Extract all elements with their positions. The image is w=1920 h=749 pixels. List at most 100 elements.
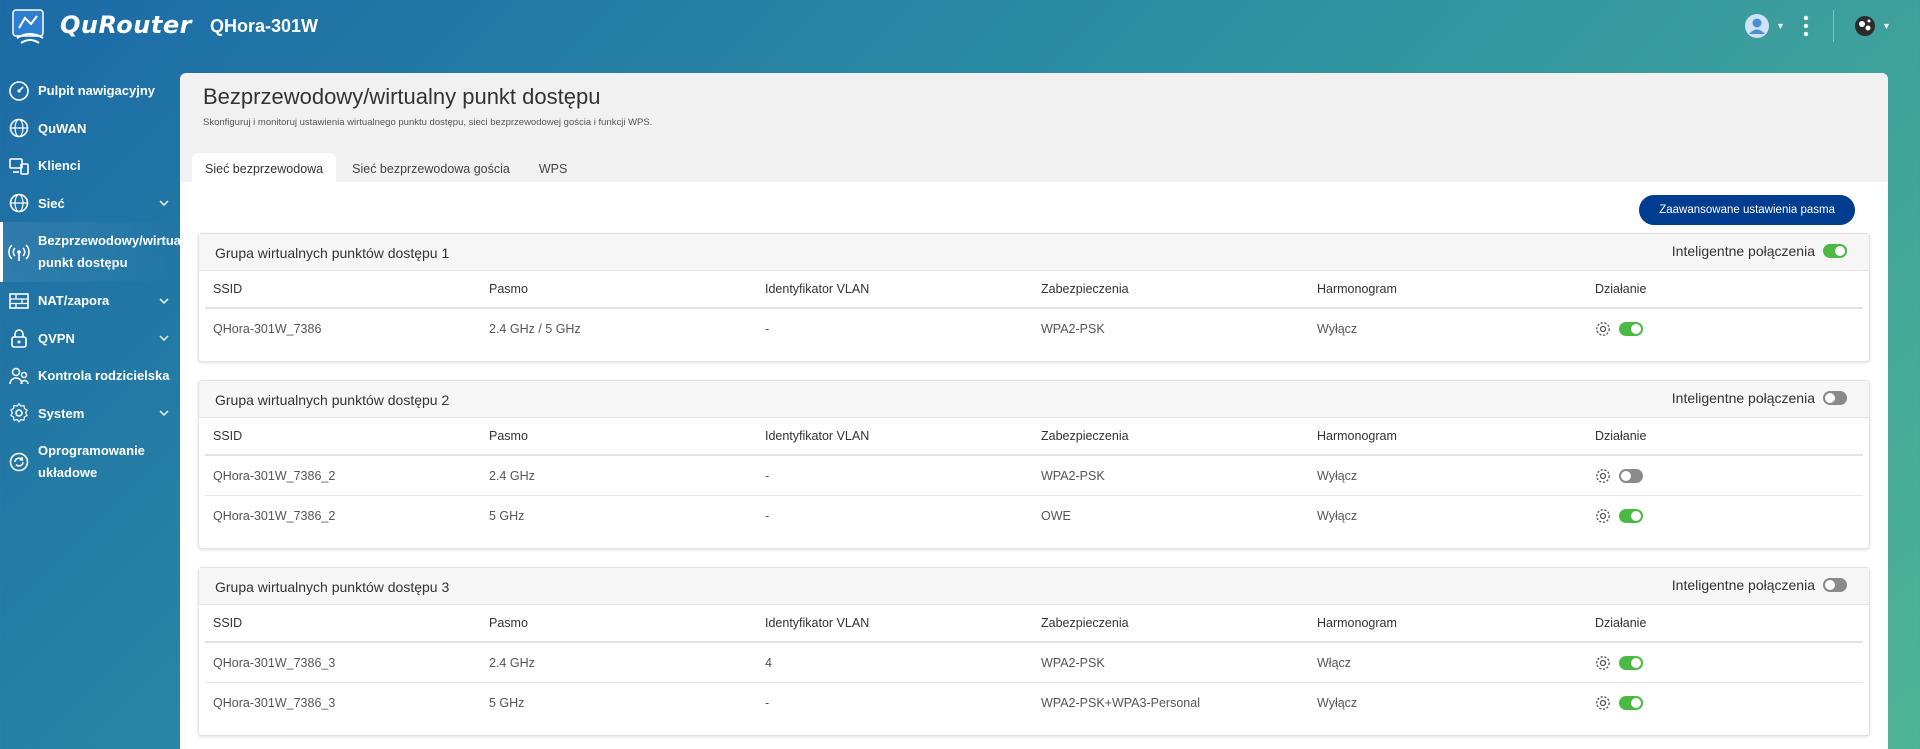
column-header-band: Pasmo: [489, 429, 528, 443]
chevron-down-icon: ▼: [1882, 21, 1891, 31]
group-title: Grupa wirtualnych punktów dostępu 1: [215, 245, 450, 261]
security-cell: WPA2-PSK: [1041, 322, 1105, 336]
more-vertical-icon: [1803, 15, 1809, 37]
table-header: SSID Pasmo Identyfikator VLAN Zabezpiecz…: [205, 605, 1863, 643]
ssid-cell: QHora-301W_7386: [213, 322, 322, 336]
band-cell: 5 GHz: [489, 509, 525, 523]
more-options-button[interactable]: [1802, 12, 1810, 40]
ap-enable-toggle[interactable]: [1619, 655, 1643, 670]
column-header-action: Działanie: [1595, 282, 1647, 296]
group-header: Grupa wirtualnych punktów dostępu 1 Inte…: [199, 234, 1869, 271]
ap-enable-toggle[interactable]: [1619, 696, 1643, 710]
table-row: QHora-301W_7386_3 5 GHz - WPA2-PSK+WPA3-…: [205, 683, 1863, 723]
tab-wps[interactable]: WPS: [526, 153, 580, 185]
wireless-icon: [8, 244, 30, 261]
sidebar-item-label: Oprogramowanie układowe: [38, 443, 145, 480]
sidebar-item-system[interactable]: System: [0, 395, 178, 433]
action-cell: [1595, 456, 1643, 495]
advanced-band-settings-button[interactable]: Zaawansowane ustawienia pasma: [1639, 195, 1855, 225]
column-header-band: Pasmo: [489, 616, 528, 630]
smart-connect: Inteligentne połączenia: [1672, 390, 1847, 406]
security-cell: WPA2-PSK+WPA3-Personal: [1041, 696, 1200, 710]
schedule-cell: Wyłącz: [1317, 468, 1358, 483]
vlan-cell: -: [765, 468, 770, 483]
sidebar-item-label: Bezprzewodowy/wirtualny punkt dostępu: [38, 233, 200, 270]
sidebar-item-qvpn[interactable]: QVPN: [0, 320, 178, 358]
ap-enable-toggle[interactable]: [1619, 468, 1643, 483]
column-header-ssid: SSID: [213, 282, 243, 296]
settings-gear-icon[interactable]: [1595, 695, 1611, 711]
settings-gear-icon[interactable]: [1595, 508, 1611, 524]
column-header-vlan: Identyfikator VLAN: [765, 429, 870, 443]
sidebar-item-dashboard[interactable]: Pulpit nawigacyjny: [0, 72, 178, 110]
column-header-security: Zabezpieczenia: [1041, 429, 1129, 443]
band-cell: 2.4 GHz: [489, 655, 535, 670]
tab-wireless-network[interactable]: Sieć bezprzewodowa: [192, 153, 337, 185]
tab-bar: Sieć bezprzewodowa Sieć bezprzewodowa go…: [192, 153, 583, 185]
smart-connect-toggle[interactable]: [1823, 244, 1847, 258]
sidebar-item-label: Pulpit nawigacyjny: [38, 83, 156, 99]
schedule-cell: Wyłącz: [1317, 696, 1358, 710]
sidebar-item-clients[interactable]: Klienci: [0, 147, 178, 185]
action-cell: [1595, 643, 1643, 682]
account-menu[interactable]: ▼: [1744, 12, 1785, 40]
globe-icon: [9, 193, 29, 213]
column-header-ssid: SSID: [213, 616, 243, 630]
chevron-down-icon: [159, 200, 169, 207]
column-header-security: Zabezpieczenia: [1041, 282, 1129, 296]
sidebar-item-wireless[interactable]: Bezprzewodowy/wirtualny punkt dostępu: [0, 222, 200, 282]
sidebar-item-nat-firewall[interactable]: NAT/zapora: [0, 282, 178, 320]
table-header: SSID Pasmo Identyfikator VLAN Zabezpiecz…: [205, 418, 1863, 456]
sidebar-item-firmware[interactable]: Oprogramowanie układowe: [0, 432, 178, 492]
vlan-cell: -: [765, 696, 770, 710]
qnap-account-menu[interactable]: ▼: [1854, 12, 1891, 40]
chevron-down-icon: [159, 335, 169, 342]
device-model: QHora-301W: [210, 16, 319, 36]
sidebar-item-network[interactable]: Sieć: [0, 185, 178, 223]
device-avatar-icon: [1855, 16, 1875, 36]
vlan-cell: 4: [765, 655, 772, 670]
column-header-security: Zabezpieczenia: [1041, 616, 1129, 630]
band-cell: 2.4 GHz: [489, 468, 535, 483]
top-bar: QuRouter QHora-301W ▼ ▼: [0, 0, 1920, 54]
table-row: QHora-301W_7386 2.4 GHz / 5 GHz - WPA2-P…: [205, 309, 1863, 349]
smart-connect: Inteligentne połączenia: [1672, 577, 1847, 593]
sidebar-item-quwan[interactable]: QuWAN: [0, 110, 178, 148]
header-divider: [1833, 10, 1834, 42]
smart-connect-toggle[interactable]: [1823, 391, 1847, 405]
sidebar-item-label: Sieć: [38, 195, 65, 211]
settings-gear-icon[interactable]: [1595, 468, 1611, 484]
security-cell: WPA2-PSK: [1041, 468, 1105, 483]
vlan-cell: -: [765, 322, 770, 336]
ssid-cell: QHora-301W_7386_2: [213, 509, 336, 523]
tab-content: Zaawansowane ustawienia pasma Grupa wirt…: [180, 182, 1888, 749]
page-title: Bezprzewodowy/wirtualny punkt dostępu: [203, 84, 601, 109]
group-header: Grupa wirtualnych punktów dostępu 2 Inte…: [199, 381, 1869, 418]
column-header-schedule: Harmonogram: [1317, 429, 1397, 443]
ap-enable-toggle[interactable]: [1619, 509, 1643, 523]
column-header-vlan: Identyfikator VLAN: [765, 616, 870, 630]
settings-gear-icon[interactable]: [1595, 655, 1611, 671]
quwan-icon: [9, 118, 29, 138]
sidebar-item-label: Klienci: [38, 158, 81, 174]
sidebar-item-label: NAT/zapora: [38, 293, 110, 309]
sidebar-item-label: QVPN: [38, 330, 75, 346]
table-row: QHora-301W_7386_3 2.4 GHz 4 WPA2-PSK Włą…: [205, 643, 1863, 683]
security-cell: WPA2-PSK: [1041, 655, 1105, 670]
smart-connect: Inteligentne połączenia: [1672, 243, 1847, 259]
sidebar-item-label: Kontrola rodzicielska: [38, 368, 170, 384]
vap-group-1: Grupa wirtualnych punktów dostępu 1 Inte…: [198, 233, 1870, 362]
tab-guest-wireless-network[interactable]: Sieć bezprzewodowa gościa: [339, 153, 523, 185]
dashboard-icon: [9, 80, 29, 101]
column-header-ssid: SSID: [213, 429, 243, 443]
ap-enable-toggle[interactable]: [1619, 322, 1643, 336]
smart-connect-toggle[interactable]: [1823, 578, 1847, 592]
table-row: QHora-301W_7386_2 5 GHz - OWE Wyłącz: [205, 496, 1863, 536]
vap-group-3: Grupa wirtualnych punktów dostępu 3 Inte…: [198, 567, 1870, 736]
group-title: Grupa wirtualnych punktów dostępu 3: [215, 579, 450, 595]
settings-gear-icon[interactable]: [1595, 321, 1611, 337]
chevron-down-icon: [159, 298, 169, 304]
schedule-cell: Wyłącz: [1317, 509, 1358, 523]
group-title: Grupa wirtualnych punktów dostępu 2: [215, 392, 450, 408]
sidebar-item-parental-control[interactable]: Kontrola rodzicielska: [0, 357, 178, 395]
